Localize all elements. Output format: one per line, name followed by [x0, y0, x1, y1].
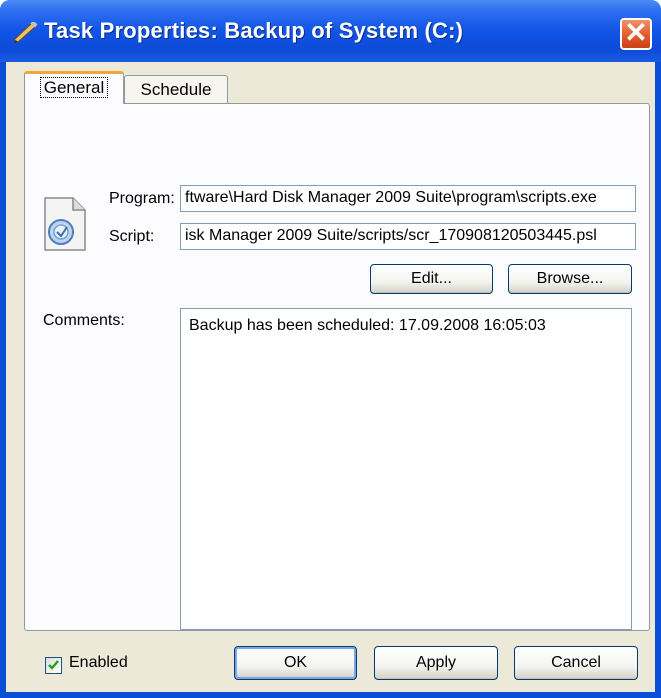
- comments-textarea[interactable]: Backup has been scheduled: 17.09.2008 16…: [180, 308, 632, 630]
- close-icon: ✕: [624, 17, 648, 48]
- browse-button-label: Browse...: [536, 270, 604, 287]
- program-label: Program:: [109, 190, 175, 207]
- script-field[interactable]: isk Manager 2009 Suite/scripts/scr_17090…: [180, 223, 636, 250]
- cancel-button[interactable]: Cancel: [514, 646, 638, 680]
- edit-button-label: Edit...: [411, 270, 452, 287]
- tab-general[interactable]: General: [24, 71, 124, 104]
- tab-general-label: General: [39, 77, 109, 98]
- window-title: Task Properties: Backup of System (C:): [44, 18, 464, 43]
- apply-button[interactable]: Apply: [374, 646, 498, 680]
- task-properties-dialog: Task Properties: Backup of System (C:) ✕…: [0, 0, 661, 698]
- program-value: ftware\Hard Disk Manager 2009 Suite\prog…: [185, 189, 597, 206]
- enabled-label[interactable]: Enabled: [69, 654, 128, 672]
- ok-button[interactable]: OK: [234, 646, 357, 680]
- cancel-button-label: Cancel: [551, 654, 601, 671]
- script-file-icon: [41, 196, 89, 252]
- script-value: isk Manager 2009 Suite/scripts/scr_17090…: [185, 227, 597, 244]
- browse-button[interactable]: Browse...: [508, 264, 632, 294]
- apply-button-label: Apply: [415, 654, 457, 671]
- enabled-checkbox[interactable]: [45, 657, 62, 674]
- comments-label: Comments:: [43, 312, 125, 329]
- program-field[interactable]: ftware\Hard Disk Manager 2009 Suite\prog…: [180, 185, 636, 212]
- script-label: Script:: [109, 228, 155, 245]
- ok-button-label: OK: [283, 654, 308, 671]
- edit-button[interactable]: Edit...: [370, 264, 493, 294]
- title-bar[interactable]: Task Properties: Backup of System (C:) ✕: [0, 0, 661, 62]
- dialog-client-area: General Schedule Program: ftware\Hard Di…: [6, 62, 655, 692]
- general-tab-panel: Program: ftware\Hard Disk Manager 2009 S…: [24, 103, 650, 674]
- task-pencil-icon: [12, 20, 40, 44]
- tab-schedule[interactable]: Schedule: [124, 75, 228, 104]
- close-button[interactable]: ✕: [620, 18, 652, 50]
- checkmark-icon: [48, 660, 59, 670]
- tab-schedule-label: Schedule: [140, 80, 212, 99]
- comments-value: Backup has been scheduled: 17.09.2008 16…: [189, 317, 546, 334]
